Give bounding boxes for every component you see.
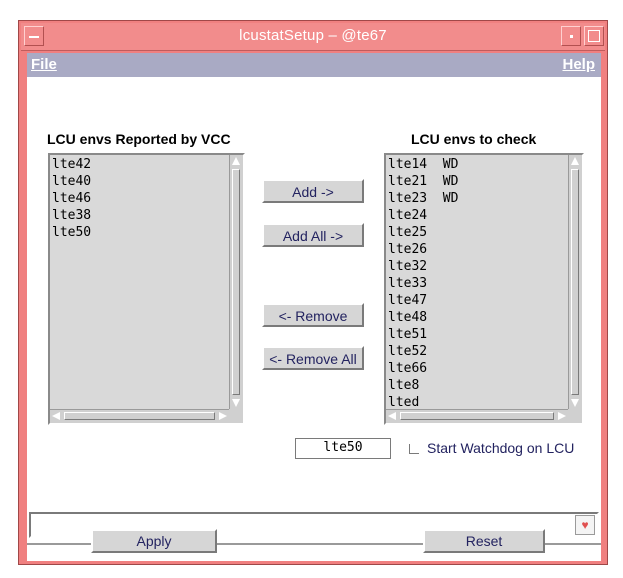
- scroll-corner: [568, 409, 582, 423]
- list-item[interactable]: lte51: [388, 326, 568, 343]
- scroll-corner: [229, 409, 243, 423]
- maximize-icon: [588, 30, 600, 42]
- right-list-heading: LCU envs to check: [411, 131, 537, 147]
- app-window: lcustatSetup – @te67 File Help LCU envs …: [18, 20, 608, 565]
- list-item[interactable]: lte25: [388, 224, 568, 241]
- left-list-items[interactable]: lte42 lte40 lte46 lte38 lte50: [50, 155, 229, 409]
- left-vscroll-thumb[interactable]: [232, 169, 240, 395]
- list-item[interactable]: lte40: [52, 173, 229, 190]
- list-item[interactable]: lte32: [388, 258, 568, 275]
- left-hscroll-thumb[interactable]: [64, 412, 215, 420]
- menu-help[interactable]: Help: [562, 56, 595, 73]
- menu-file[interactable]: File: [31, 56, 57, 73]
- right-horizontal-scrollbar[interactable]: [386, 409, 568, 423]
- heart-icon[interactable]: ♥: [575, 515, 595, 535]
- apply-button[interactable]: Apply: [91, 529, 217, 553]
- title-bar[interactable]: lcustatSetup – @te67: [21, 23, 605, 51]
- list-item[interactable]: lte42: [52, 156, 229, 173]
- list-item[interactable]: lte48: [388, 309, 568, 326]
- left-vertical-scrollbar[interactable]: [229, 155, 243, 409]
- scroll-down-arrow-icon[interactable]: [571, 399, 579, 407]
- list-item[interactable]: lte52: [388, 343, 568, 360]
- list-item[interactable]: lted: [388, 394, 568, 409]
- watchdog-label[interactable]: Start Watchdog on LCU: [427, 440, 574, 456]
- reset-button[interactable]: Reset: [423, 529, 545, 553]
- list-item[interactable]: lte66: [388, 360, 568, 377]
- minimize-button[interactable]: [561, 26, 581, 46]
- scroll-up-arrow-icon[interactable]: [232, 157, 240, 165]
- maximize-button[interactable]: [584, 26, 604, 46]
- scroll-left-arrow-icon[interactable]: [388, 412, 396, 420]
- watchdog-checkbox[interactable]: Start Watchdog on LCU: [409, 440, 589, 460]
- add-button[interactable]: Add ->: [262, 179, 364, 203]
- list-item[interactable]: lte47: [388, 292, 568, 309]
- list-item[interactable]: lte46: [52, 190, 229, 207]
- list-item[interactable]: lte38: [52, 207, 229, 224]
- list-item[interactable]: lte33: [388, 275, 568, 292]
- right-vertical-scrollbar[interactable]: [568, 155, 582, 409]
- left-horizontal-scrollbar[interactable]: [50, 409, 229, 423]
- list-item[interactable]: lte23 WD: [388, 190, 568, 207]
- scroll-up-arrow-icon[interactable]: [571, 157, 579, 165]
- list-item[interactable]: lte14 WD: [388, 156, 568, 173]
- menu-bar: File Help: [27, 53, 601, 77]
- selected-env-field[interactable]: lte50: [295, 438, 391, 459]
- window-title: lcustatSetup – @te67: [239, 27, 387, 44]
- scroll-down-arrow-icon[interactable]: [232, 399, 240, 407]
- scroll-left-arrow-icon[interactable]: [52, 412, 60, 420]
- left-list-heading: LCU envs Reported by VCC: [47, 131, 231, 147]
- remove-all-button[interactable]: <- Remove All: [262, 346, 364, 370]
- list-item[interactable]: lte50: [52, 224, 229, 241]
- scroll-right-arrow-icon[interactable]: [558, 412, 566, 420]
- add-all-button[interactable]: Add All ->: [262, 223, 364, 247]
- right-vscroll-thumb[interactable]: [571, 169, 579, 395]
- minimize-icon: [570, 35, 573, 38]
- right-list-items[interactable]: lte14 WD lte21 WD lte23 WD lte24 lte25 lte26 l…: [386, 155, 568, 409]
- remove-button[interactable]: <- Remove: [262, 303, 364, 327]
- list-item[interactable]: lte8: [388, 377, 568, 394]
- right-hscroll-thumb[interactable]: [400, 412, 554, 420]
- list-item[interactable]: lte21 WD: [388, 173, 568, 190]
- scroll-right-arrow-icon[interactable]: [219, 412, 227, 420]
- list-item[interactable]: lte24: [388, 207, 568, 224]
- window-client-area: File Help LCU envs Reported by VCC lte42…: [27, 53, 601, 561]
- checkbox-icon[interactable]: [409, 444, 419, 454]
- list-item[interactable]: lte26: [388, 241, 568, 258]
- right-env-list[interactable]: lte14 WD lte21 WD lte23 WD lte24 lte25 lte26 l…: [384, 153, 584, 425]
- left-env-list[interactable]: lte42 lte40 lte46 lte38 lte50: [48, 153, 245, 425]
